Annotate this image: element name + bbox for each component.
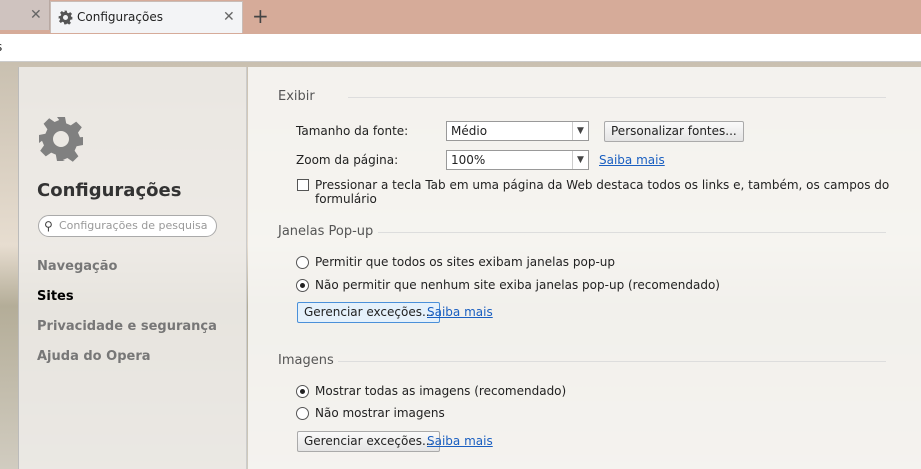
divider bbox=[348, 97, 886, 98]
popups-block-label: Não permitir que nenhum site exiba janel… bbox=[315, 278, 720, 292]
popups-manage-exceptions-button[interactable]: Gerenciar exceções... bbox=[297, 302, 441, 323]
sidebar-item-sites[interactable]: Sites bbox=[37, 289, 74, 304]
section-title-exibir: Exibir bbox=[278, 89, 315, 104]
close-icon[interactable]: ✕ bbox=[30, 7, 42, 23]
divider bbox=[378, 232, 886, 233]
sidebar: Configurações ⚲ Configurações de pesquisa… bbox=[18, 67, 247, 469]
zoom-value: 100% bbox=[451, 153, 486, 167]
popups-learn-more-link[interactable]: Saiba mais bbox=[427, 305, 493, 319]
zoom-select[interactable]: 100% ▼ bbox=[446, 150, 589, 170]
zoom-label: Zoom da página: bbox=[296, 153, 399, 167]
new-tab-button[interactable]: + bbox=[252, 4, 269, 28]
images-learn-more-link[interactable]: Saiba mais bbox=[427, 434, 493, 448]
images-hide-radio[interactable] bbox=[296, 407, 309, 420]
customize-fonts-button[interactable]: Personalizar fontes... bbox=[604, 121, 744, 142]
address-bar[interactable]: s bbox=[0, 34, 921, 62]
popups-block-radio[interactable] bbox=[296, 279, 309, 292]
tab-previous[interactable]: ✕ bbox=[0, 0, 50, 30]
font-size-select[interactable]: Médio ▼ bbox=[446, 121, 589, 141]
settings-page: Configurações ⚲ Configurações de pesquisa… bbox=[0, 62, 921, 469]
search-icon: ⚲ bbox=[44, 219, 53, 233]
tab-title: Configurações bbox=[77, 10, 163, 24]
close-icon[interactable]: ✕ bbox=[223, 9, 235, 25]
section-title-popups: Janelas Pop-up bbox=[278, 224, 374, 239]
gear-icon bbox=[58, 10, 73, 25]
sidebar-title: Configurações bbox=[37, 180, 182, 201]
tab-bar: ✕ Configurações ✕ + bbox=[0, 0, 921, 34]
popups-allow-radio[interactable] bbox=[296, 256, 309, 269]
tab-highlight-label: Pressionar a tecla Tab em uma página da … bbox=[315, 178, 890, 206]
sidebar-item-privacidade[interactable]: Privacidade e segurança bbox=[37, 319, 217, 334]
tab-highlight-checkbox[interactable] bbox=[297, 179, 309, 191]
images-show-label: Mostrar todas as imagens (recomendado) bbox=[315, 384, 567, 398]
divider bbox=[338, 361, 886, 362]
sidebar-item-ajuda[interactable]: Ajuda do Opera bbox=[37, 349, 151, 364]
address-text: s bbox=[0, 40, 2, 54]
chevron-down-icon: ▼ bbox=[572, 122, 588, 140]
zoom-learn-more-link[interactable]: Saiba mais bbox=[599, 153, 665, 167]
font-size-label: Tamanho da fonte: bbox=[296, 124, 409, 138]
tab-settings[interactable]: Configurações ✕ bbox=[50, 1, 243, 33]
popups-allow-label: Permitir que todos os sites exibam janel… bbox=[315, 255, 616, 269]
settings-search-input[interactable]: ⚲ Configurações de pesquisa bbox=[38, 215, 217, 237]
images-show-radio[interactable] bbox=[296, 385, 309, 398]
sidebar-item-navegacao[interactable]: Navegação bbox=[37, 259, 117, 274]
search-placeholder: Configurações de pesquisa bbox=[59, 219, 208, 232]
images-manage-exceptions-button[interactable]: Gerenciar exceções... bbox=[297, 431, 441, 452]
font-size-value: Médio bbox=[451, 124, 488, 138]
chevron-down-icon: ▼ bbox=[572, 151, 588, 169]
images-hide-label: Não mostrar imagens bbox=[315, 406, 445, 420]
main-panel: Exibir Tamanho da fonte: Médio ▼ Personal… bbox=[248, 67, 921, 469]
section-title-images: Imagens bbox=[278, 353, 334, 368]
gear-icon bbox=[39, 117, 83, 162]
